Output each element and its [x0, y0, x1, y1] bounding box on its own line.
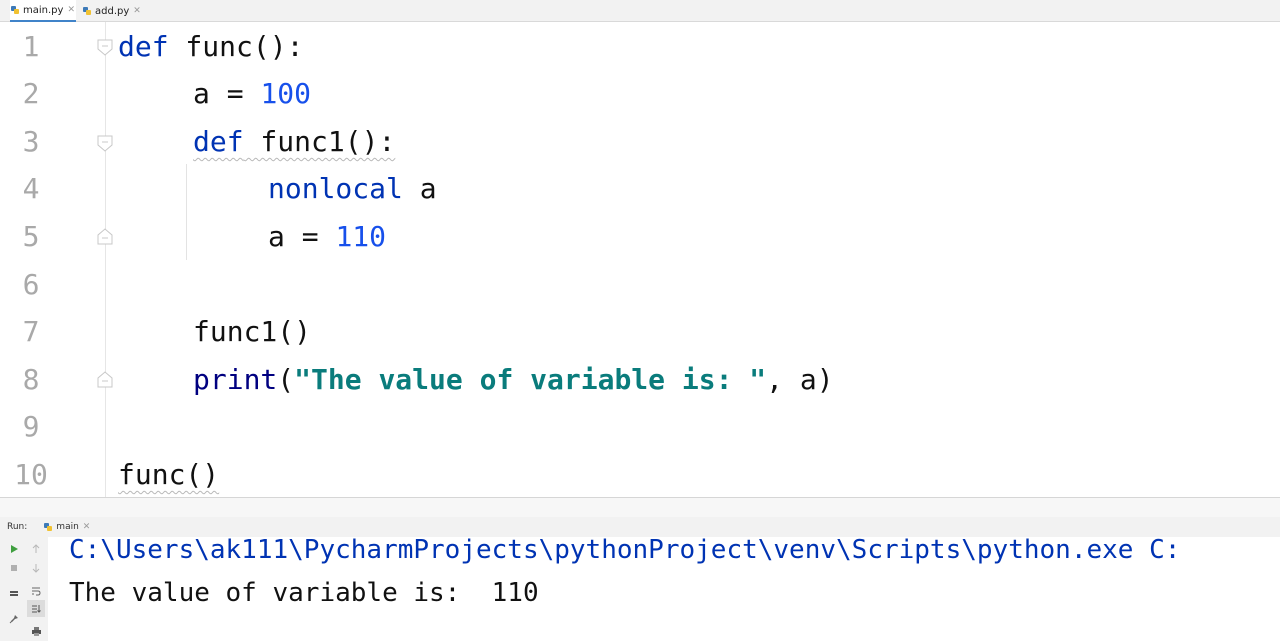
code-line-4[interactable]: nonlocal a	[268, 165, 437, 213]
layout-icon[interactable]	[6, 585, 22, 601]
fold-close-icon[interactable]	[96, 228, 114, 245]
builtin-function: print	[193, 363, 278, 396]
tab-label: add.py	[95, 5, 130, 17]
code-text: a =	[193, 77, 261, 110]
keyword: def	[118, 30, 169, 63]
keyword: def	[193, 125, 244, 158]
soft-wrap-icon[interactable]	[28, 583, 44, 599]
line-number: 4	[22, 172, 40, 205]
arrow-up-icon[interactable]	[28, 541, 44, 557]
code-line-3[interactable]: def func1():	[193, 118, 395, 166]
arrow-down-icon[interactable]	[28, 560, 44, 576]
python-file-icon	[11, 6, 19, 14]
line-number: 6	[22, 268, 40, 301]
tab-main-py[interactable]: main.py ✕	[10, 0, 76, 22]
console-output-line: The value of variable is: 110	[69, 578, 539, 608]
string-literal: "The value of variable is: "	[294, 363, 767, 396]
print-icon[interactable]	[28, 623, 44, 639]
tab-add-py[interactable]: add.py ✕	[82, 0, 142, 22]
close-icon[interactable]: ✕	[67, 5, 75, 15]
code-text: func()	[118, 458, 220, 491]
fold-open-icon[interactable]	[96, 135, 114, 152]
number-literal: 100	[260, 77, 312, 110]
console-command-line[interactable]: C:\Users\ak111\PycharmProjects\pythonPro…	[69, 529, 1180, 571]
editor-tab-bar: main.py ✕ add.py ✕	[0, 0, 1280, 22]
line-number: 5	[22, 220, 40, 253]
line-number: 3	[22, 125, 40, 158]
close-icon[interactable]: ✕	[133, 6, 141, 16]
code-text: a	[402, 172, 437, 205]
line-number: 1	[22, 30, 40, 63]
code-line-2[interactable]: a = 100	[193, 70, 311, 118]
line-number: 8	[22, 363, 40, 396]
code-line-1[interactable]: def func():	[118, 23, 303, 71]
panel-splitter[interactable]	[0, 497, 1280, 517]
stop-icon[interactable]	[6, 560, 22, 576]
line-number: 10	[14, 458, 48, 491]
line-number: 2	[22, 77, 40, 110]
keyword: nonlocal	[268, 172, 403, 205]
code-text: , a)	[766, 363, 834, 396]
python-file-icon	[44, 523, 53, 531]
run-label: Run:	[7, 522, 28, 532]
scroll-to-end-icon[interactable]	[27, 600, 45, 617]
pin-icon[interactable]	[6, 611, 22, 627]
line-number: 9	[22, 410, 40, 443]
line-number: 7	[22, 315, 40, 348]
tab-label: main.py	[23, 4, 64, 16]
number-literal: 110	[335, 220, 387, 253]
run-console-output[interactable]: C:\Users\ak111\PycharmProjects\pythonPro…	[48, 535, 1280, 641]
indent-guide	[186, 164, 187, 260]
code-text: a =	[268, 220, 336, 253]
fold-open-icon[interactable]	[96, 39, 114, 56]
line-number-gutter: 1 2 3 4 5 6 7 8 9 10	[0, 22, 106, 497]
code-line-5[interactable]: a = 110	[268, 213, 386, 261]
code-line-8[interactable]: print("The value of variable is: ", a)	[193, 356, 834, 404]
code-text: func1():	[243, 125, 396, 158]
fold-close-icon[interactable]	[96, 371, 114, 388]
run-toolbar	[0, 537, 48, 641]
python-file-icon	[83, 7, 91, 15]
code-editor[interactable]: 1 2 3 4 5 6 7 8 9 10 def func(): a = 100…	[0, 22, 1280, 497]
code-text: func():	[168, 30, 304, 63]
code-text: func1()	[193, 315, 312, 348]
code-text: (	[277, 363, 295, 396]
code-line-7[interactable]: func1()	[193, 308, 311, 356]
code-line-10[interactable]: func()	[118, 451, 219, 499]
rerun-icon[interactable]	[6, 541, 22, 557]
